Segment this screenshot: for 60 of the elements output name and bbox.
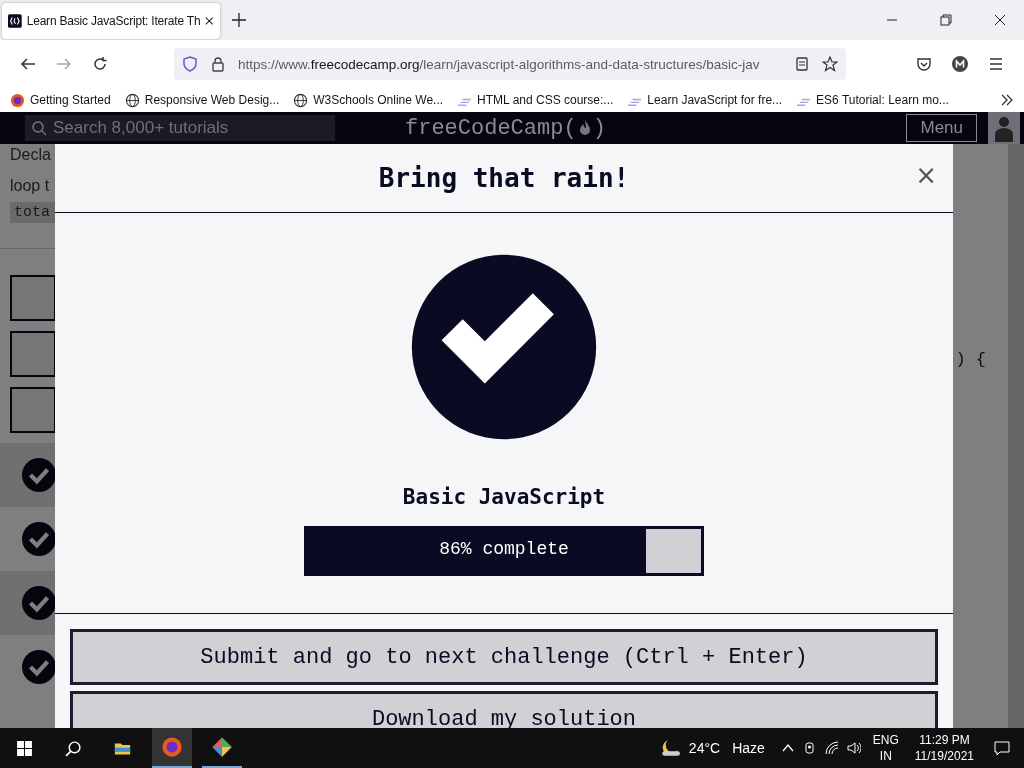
language-text: IN [879,748,892,764]
clock-time: 11:29 PM [919,732,970,748]
code-text: ) { [955,350,986,371]
logo-text: ) [592,115,606,141]
clock-date: 11/19/2021 [914,748,974,764]
reload-icon[interactable] [92,56,108,72]
new-tab-icon[interactable] [232,13,246,27]
menu-button[interactable]: Menu [906,114,977,142]
checkbox[interactable] [10,387,56,433]
checkbox[interactable] [10,331,56,377]
notification-icon[interactable] [994,740,1010,756]
globe-icon [293,92,309,108]
diamond-icon [211,736,233,758]
instruction-text: loop t [10,176,51,196]
temperature-text: 24°C [688,740,721,756]
action-button[interactable]: Submit and go to next challenge (Ctrl + Enter) [70,629,938,685]
menu-icon[interactable] [988,56,1004,72]
flame-icon [578,119,591,137]
search-field[interactable]: Search 8,000+ tutorials [25,115,335,141]
globe-icon [124,92,140,108]
bookmark-item[interactable]: Getting Started [10,92,111,108]
close-icon[interactable] [205,16,214,26]
bookmark-item[interactable]: Responsive Web Desig... [124,92,280,108]
restore-icon[interactable] [940,14,952,26]
account-icon[interactable] [952,56,968,72]
chevron-icon[interactable] [1000,93,1014,107]
wifi-icon[interactable] [824,741,839,755]
scrollbar[interactable] [1008,144,1024,728]
instruction-text: Decla [10,145,52,165]
close-icon[interactable] [994,14,1006,26]
firefox-icon [161,736,183,758]
avatar-icon[interactable] [988,112,1020,144]
checkbox[interactable] [10,275,56,321]
volume-icon[interactable] [846,741,861,755]
progress-label: 86% complete [438,539,570,559]
shield-icon [182,56,198,72]
block-title: Basic JavaScript [402,485,606,509]
logo-text: freeCodeCamp( [405,115,577,141]
language-text: ENG [872,732,899,748]
close-button[interactable]: × [913,160,939,190]
address-bar[interactable]: https://www.freecodecamp.org/learn/javascript-algorithms-and-data-structures/basic-jav [174,48,846,80]
modal-title: Bring that rain! [378,163,630,193]
reader-icon[interactable] [794,56,810,72]
star-icon[interactable] [822,56,838,72]
url-text: https://www.freecodecamp.org/learn/javascript-algorithms-and-data-structures/basic-jav [238,56,761,72]
bookmark-item[interactable]: ES6 Tutorial: Learn mo... [796,92,949,108]
search-icon[interactable] [65,739,82,757]
bookmark-item[interactable]: W3Schools Online We... [293,92,444,108]
meet-icon[interactable] [802,741,817,755]
bookmark-item[interactable]: HTML and CSS course:... [457,92,614,108]
browser-tab[interactable]: Learn Basic JavaScript: Iterate Th [2,3,220,39]
logo-icon [8,13,22,29]
weather-text: Haze [732,740,765,756]
back-icon[interactable] [20,56,36,72]
bookmark-item[interactable]: Learn JavaScript for fre... [627,92,783,108]
windows-icon[interactable] [16,739,33,757]
firefox-icon [10,92,25,108]
pocket-icon[interactable] [916,56,932,72]
lock-icon [210,56,226,72]
firefox-taskbar-button[interactable] [152,728,192,768]
